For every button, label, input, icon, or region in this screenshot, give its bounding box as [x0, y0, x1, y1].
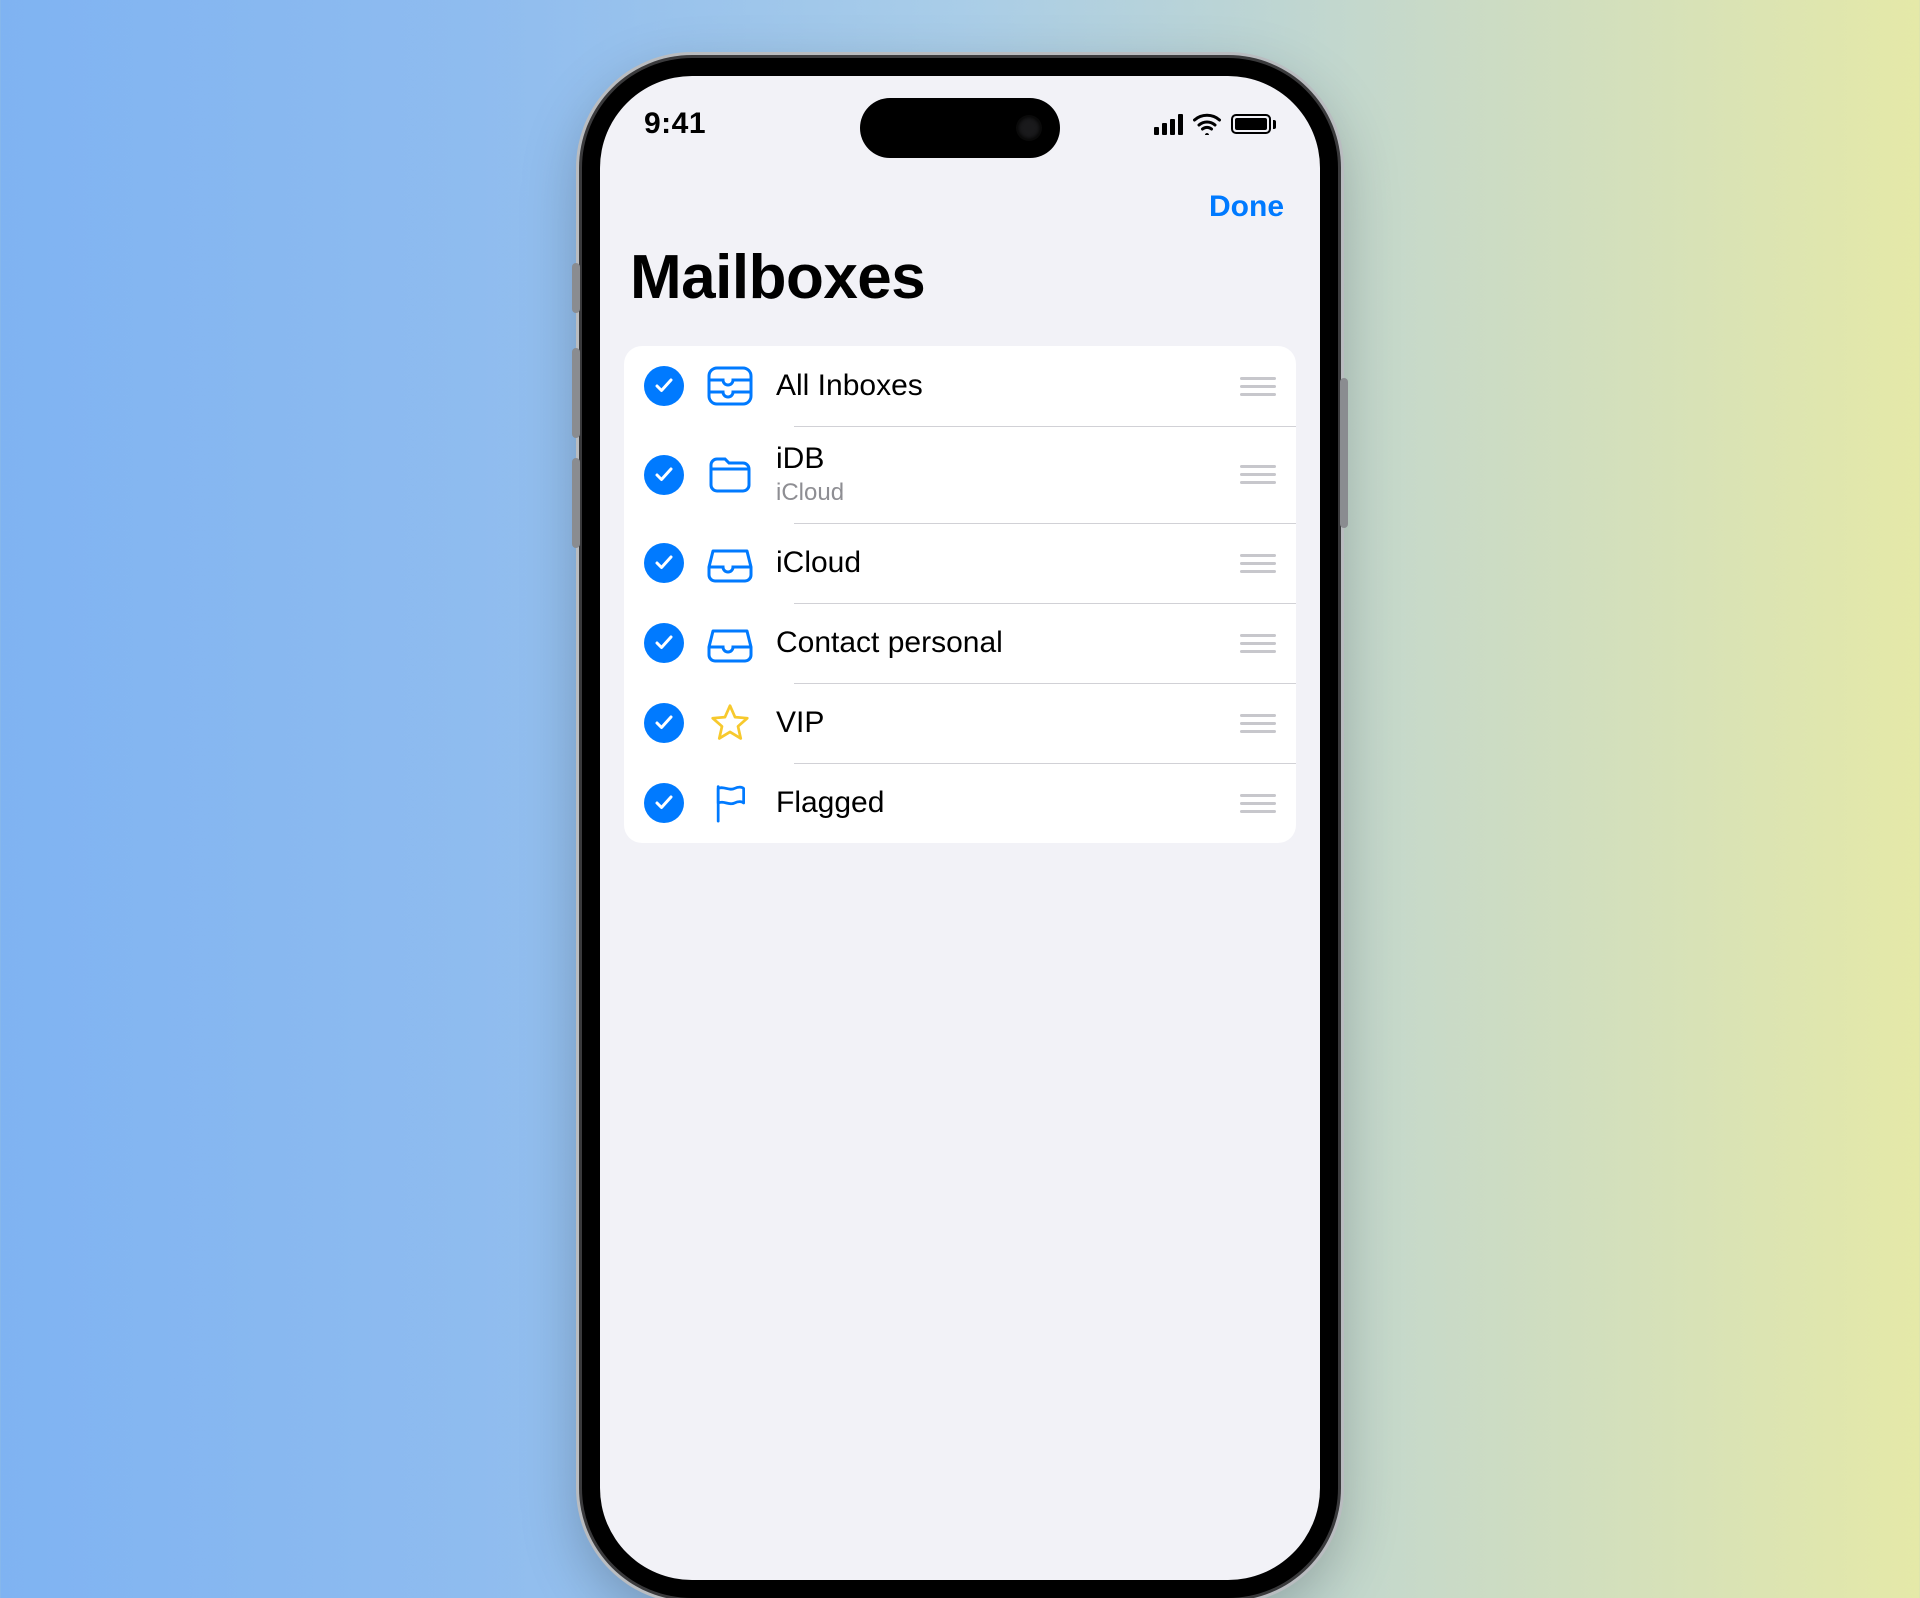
mailbox-sublabel: iCloud: [776, 479, 1240, 508]
checkbox-checked-icon[interactable]: [644, 455, 684, 495]
checkbox-checked-icon[interactable]: [644, 783, 684, 823]
mailbox-label: Flagged: [776, 786, 1240, 821]
mailbox-label: Contact personal: [776, 626, 1240, 661]
list-item[interactable]: Contact personal: [624, 603, 1296, 683]
side-button: [1340, 378, 1348, 528]
done-button[interactable]: Done: [1209, 190, 1284, 224]
mailbox-label: VIP: [776, 706, 1240, 741]
flag-icon: [706, 779, 754, 827]
phone-frame: 9:41: [582, 58, 1338, 1598]
wifi-icon: [1193, 113, 1221, 135]
mailbox-list: All Inboxes iD: [624, 346, 1296, 843]
checkbox-checked-icon[interactable]: [644, 543, 684, 583]
status-time: 9:41: [644, 107, 706, 141]
volume-up-button: [572, 348, 580, 438]
inbox-icon: [706, 619, 754, 667]
drag-handle-icon[interactable]: [1240, 554, 1276, 573]
battery-icon: [1231, 114, 1276, 134]
checkbox-checked-icon[interactable]: [644, 623, 684, 663]
drag-handle-icon[interactable]: [1240, 465, 1276, 484]
list-item[interactable]: VIP: [624, 683, 1296, 763]
checkbox-checked-icon[interactable]: [644, 703, 684, 743]
list-item[interactable]: iDB iCloud: [624, 426, 1296, 523]
cellular-signal-icon: [1154, 113, 1183, 135]
list-item[interactable]: All Inboxes: [624, 346, 1296, 426]
mailbox-label: All Inboxes: [776, 369, 1240, 404]
star-icon: [706, 699, 754, 747]
inbox-icon: [706, 539, 754, 587]
page-title: Mailboxes: [630, 242, 925, 313]
drag-handle-icon[interactable]: [1240, 714, 1276, 733]
all-inboxes-icon: [706, 362, 754, 410]
ringer-switch: [572, 263, 580, 313]
list-item[interactable]: Flagged: [624, 763, 1296, 843]
mailbox-label: iCloud: [776, 546, 1240, 581]
folder-icon: [706, 451, 754, 499]
volume-down-button: [572, 458, 580, 548]
drag-handle-icon[interactable]: [1240, 794, 1276, 813]
screen: 9:41: [600, 76, 1320, 1580]
checkbox-checked-icon[interactable]: [644, 366, 684, 406]
nav-bar: Done: [600, 172, 1320, 242]
list-item[interactable]: iCloud: [624, 523, 1296, 603]
drag-handle-icon[interactable]: [1240, 634, 1276, 653]
mailbox-label: iDB: [776, 442, 1240, 477]
drag-handle-icon[interactable]: [1240, 377, 1276, 396]
dynamic-island: [860, 98, 1060, 158]
